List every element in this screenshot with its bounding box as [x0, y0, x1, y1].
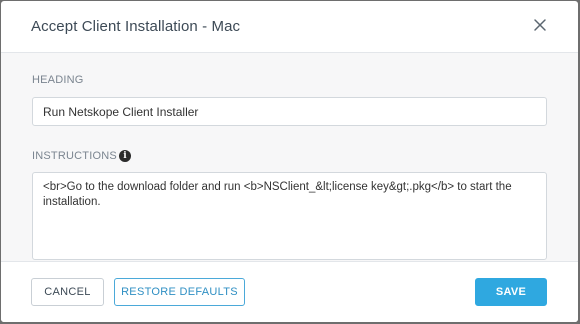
heading-label: HEADING: [32, 74, 84, 86]
dialog-title: Accept Client Installation - Mac: [31, 18, 241, 35]
close-icon[interactable]: [532, 17, 548, 33]
dialog-footer: CANCEL RESTORE DEFAULTS SAVE: [1, 261, 578, 322]
heading-input[interactable]: Run Netskope Client Installer: [32, 97, 547, 126]
dialog-header: Accept Client Installation - Mac: [1, 1, 578, 53]
restore-defaults-button[interactable]: RESTORE DEFAULTS: [114, 278, 245, 306]
accept-client-installation-dialog: Accept Client Installation - Mac HEADING…: [1, 1, 578, 322]
cancel-button[interactable]: CANCEL: [31, 278, 104, 306]
save-button[interactable]: SAVE: [475, 278, 547, 306]
info-icon[interactable]: i: [119, 150, 131, 162]
dialog-body: HEADING Run Netskope Client Installer IN…: [1, 53, 578, 261]
instructions-textarea[interactable]: <br>Go to the download folder and run <b…: [32, 172, 547, 260]
instructions-label: INSTRUCTIONS: [32, 150, 117, 162]
